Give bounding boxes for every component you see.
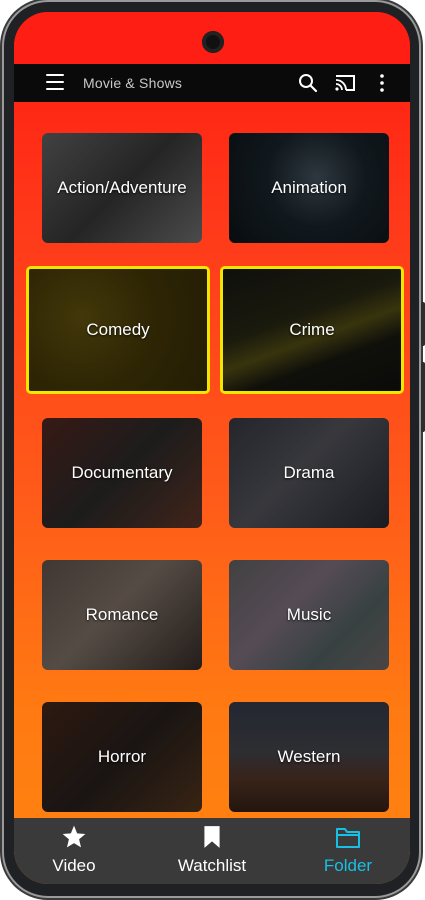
- category-tile-horror[interactable]: Horror: [42, 702, 202, 812]
- category-tile-drama[interactable]: Drama: [229, 418, 389, 528]
- category-label: Romance: [85, 605, 159, 624]
- category-label: Action/Adventure: [57, 178, 187, 197]
- category-label: Crime: [289, 320, 335, 339]
- phone-frame: Movie & Shows Action/Adventure Animation…: [4, 2, 425, 896]
- category-tile-music[interactable]: Music: [229, 560, 389, 670]
- app-screen: Movie & Shows Action/Adventure Animation…: [14, 12, 410, 884]
- category-label: Western: [277, 747, 341, 766]
- status-bar: [14, 12, 410, 64]
- nav-label: Folder: [323, 856, 373, 875]
- hamburger-menu-icon[interactable]: [46, 74, 64, 90]
- category-tile-crime[interactable]: Crime: [220, 266, 404, 394]
- bookmark-icon: [204, 826, 220, 848]
- search-icon[interactable]: [298, 73, 318, 93]
- nav-label: Watchlist: [177, 856, 247, 875]
- power-button: [421, 362, 425, 432]
- nav-tab-video[interactable]: Video: [14, 818, 134, 884]
- category-tile-western[interactable]: Western: [229, 702, 389, 812]
- cast-icon[interactable]: [334, 73, 356, 93]
- category-label: Music: [286, 605, 332, 624]
- folder-icon: [336, 828, 360, 848]
- bottom-navigation: Video Watchlist Folder: [14, 818, 410, 884]
- nav-tab-folder[interactable]: Folder: [288, 818, 408, 884]
- nav-tab-watchlist[interactable]: Watchlist: [152, 818, 272, 884]
- category-tile-romance[interactable]: Romance: [42, 560, 202, 670]
- star-icon: [62, 825, 86, 848]
- front-camera: [202, 31, 224, 53]
- category-label: Drama: [283, 463, 335, 482]
- category-tile-animation[interactable]: Animation: [229, 133, 389, 243]
- category-label: Documentary: [71, 463, 173, 482]
- app-title: Movie & Shows: [83, 75, 183, 91]
- app-bar: Movie & Shows: [14, 64, 410, 102]
- category-label: Comedy: [86, 320, 150, 339]
- category-tile-action-adventure[interactable]: Action/Adventure: [42, 133, 202, 243]
- more-options-icon[interactable]: [374, 73, 390, 93]
- category-label: Animation: [271, 178, 347, 197]
- category-label: Horror: [97, 747, 147, 766]
- nav-label: Video: [52, 856, 96, 875]
- volume-button: [421, 302, 425, 346]
- category-tile-documentary[interactable]: Documentary: [42, 418, 202, 528]
- category-tile-comedy[interactable]: Comedy: [26, 266, 210, 394]
